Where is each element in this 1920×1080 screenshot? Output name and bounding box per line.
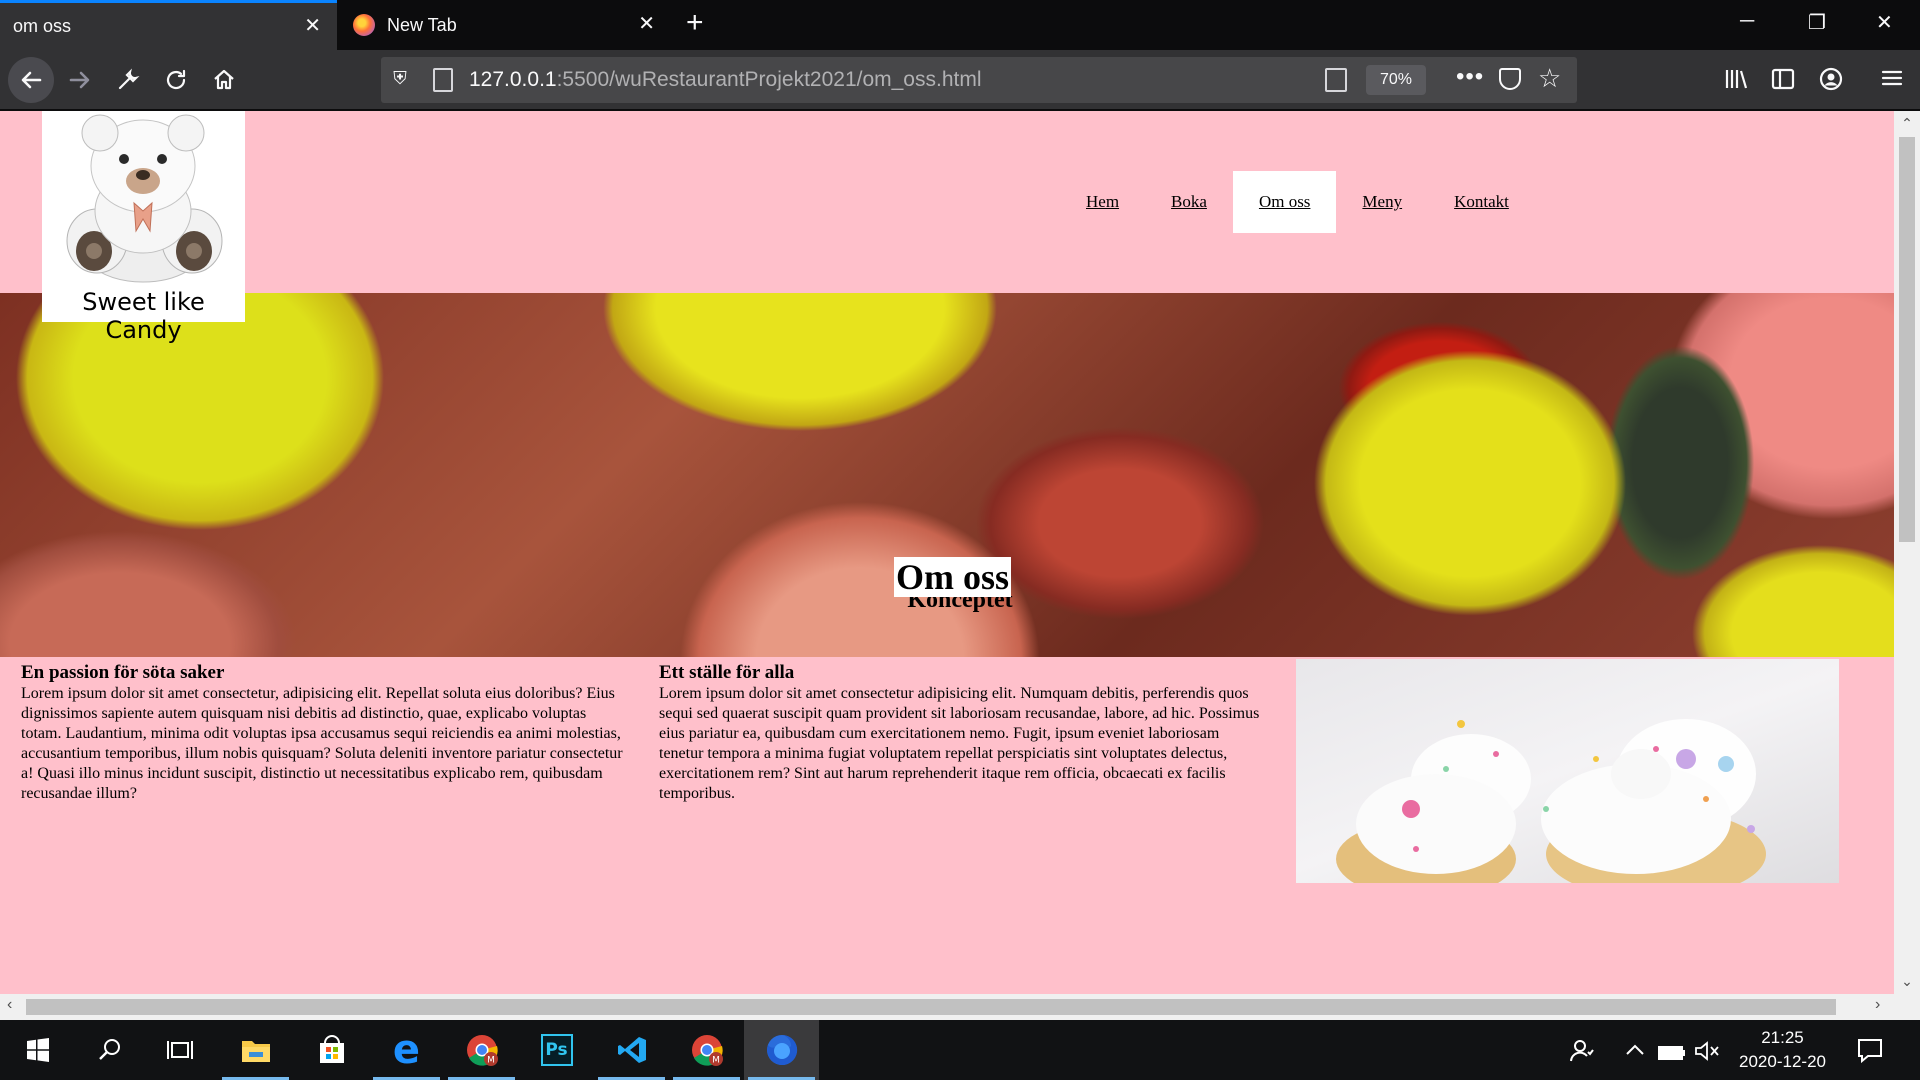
vertical-scrollbar[interactable]: ⌃ ⌄ [1894, 111, 1920, 994]
windows-taskbar: e M Ps M 21:25 2020-12-20 [0, 1020, 1920, 1080]
url-path: :5500/wuRestaurantProjekt2021/om_oss.htm… [556, 68, 982, 91]
microsoft-store-icon[interactable] [294, 1020, 369, 1080]
people-icon[interactable] [1568, 1038, 1594, 1070]
tab-title: om oss [13, 16, 72, 36]
minimize-window-icon[interactable]: ─ [1740, 10, 1754, 33]
svg-text:M: M [487, 1056, 495, 1066]
action-center-icon[interactable] [1856, 1036, 1884, 1070]
scrollbar-corner [1894, 994, 1920, 1020]
teddy-bear-logo-image [66, 114, 223, 283]
column-text: Lorem ipsum dolor sit amet consectetur a… [659, 685, 1260, 802]
edge-icon[interactable]: e [369, 1020, 444, 1080]
hero-title: Om oss [894, 557, 1012, 597]
horizontal-scrollbar[interactable]: ‹ › [0, 994, 1894, 1020]
nav-link-om-oss[interactable]: Om oss [1232, 171, 1337, 233]
vscode-icon[interactable] [594, 1020, 669, 1080]
page-info-icon[interactable] [433, 68, 453, 92]
battery-icon[interactable] [1658, 1042, 1686, 1068]
tab-new-tab[interactable]: New Tab ✕ [337, 0, 671, 50]
column-heading: En passion för söta saker [21, 662, 225, 683]
restore-window-icon[interactable]: ❐ [1808, 10, 1826, 35]
sidebar-icon[interactable] [1770, 66, 1796, 98]
file-explorer-icon[interactable] [218, 1020, 293, 1080]
wrench-icon[interactable] [112, 64, 144, 96]
close-tab-icon[interactable]: ✕ [638, 14, 655, 34]
close-tab-icon[interactable]: ✕ [304, 16, 321, 36]
windows-start-icon[interactable] [0, 1020, 75, 1080]
cupcakes-image [1296, 659, 1839, 883]
account-icon[interactable] [1818, 66, 1844, 98]
reader-view-icon[interactable] [1325, 68, 1347, 92]
horizontal-scroll-thumb[interactable] [26, 999, 1836, 1015]
hamburger-menu-icon[interactable] [1880, 66, 1904, 96]
back-arrow-icon[interactable] [8, 57, 54, 103]
shield-icon[interactable]: ⛨ [389, 68, 411, 92]
home-icon[interactable] [208, 64, 240, 96]
library-icon[interactable] [1723, 66, 1749, 98]
chevron-up-icon[interactable] [1624, 1040, 1646, 1066]
tab-title: New Tab [387, 14, 457, 35]
forward-arrow-icon[interactable] [64, 64, 96, 96]
chrome-icon[interactable]: M [669, 1020, 744, 1080]
new-tab-plus-icon[interactable]: + [686, 8, 704, 38]
column-text: Lorem ipsum dolor sit amet consectetur, … [21, 685, 623, 802]
scroll-left-arrow-icon[interactable]: ‹ [7, 996, 12, 1014]
vertical-scroll-thumb[interactable] [1899, 137, 1915, 542]
svg-text:M: M [712, 1056, 720, 1066]
tab-om-oss[interactable]: om oss ✕ [0, 0, 337, 50]
clock-time: 21:25 [1761, 1028, 1804, 1047]
chrome-icon[interactable]: M [444, 1020, 519, 1080]
browser-tab-bar: om oss ✕ New Tab ✕ + ─ ❐ ✕ [0, 0, 1920, 50]
concept-column-passion: En passion för söta saker Lorem ipsum do… [21, 662, 629, 804]
browser-nav-bar: ⛨ 127.0.0.1:5500/wuRestaurantProjekt2021… [0, 50, 1920, 110]
url-host: 127.0.0.1 [469, 68, 557, 91]
concept-column-for-all: Ett ställe för alla Lorem ipsum dolor si… [659, 662, 1267, 804]
nav-link-hem[interactable]: Hem [1060, 171, 1145, 233]
nav-link-meny[interactable]: Meny [1336, 171, 1428, 233]
nav-link-kontakt[interactable]: Kontakt [1428, 171, 1535, 233]
nav-link-boka[interactable]: Boka [1145, 171, 1233, 233]
column-heading: Ett ställe för alla [659, 662, 795, 683]
scroll-up-arrow-icon[interactable]: ⌃ [1894, 115, 1920, 132]
reload-icon[interactable] [160, 64, 192, 96]
scroll-down-arrow-icon[interactable]: ⌄ [1894, 973, 1920, 990]
close-window-icon[interactable]: ✕ [1876, 10, 1893, 35]
taskbar-clock[interactable]: 21:25 2020-12-20 [1725, 1026, 1840, 1074]
logo-text: Sweet like Candy [82, 288, 205, 344]
meatball-menu-icon[interactable]: ••• [1456, 63, 1484, 91]
firefox-icon [353, 14, 375, 36]
scroll-right-arrow-icon[interactable]: › [1875, 996, 1880, 1014]
site-logo[interactable]: Sweet like Candy [42, 111, 245, 344]
pocket-icon[interactable] [1499, 68, 1521, 90]
firefox-icon[interactable] [744, 1020, 819, 1080]
page-viewport: Sweet like Candy Hem Boka Om oss Meny Ko… [0, 111, 1894, 994]
task-view-icon[interactable] [142, 1020, 217, 1080]
url-text[interactable]: 127.0.0.1:5500/wuRestaurantProjekt2021/o… [469, 68, 982, 92]
url-bar[interactable]: ⛨ 127.0.0.1:5500/wuRestaurantProjekt2021… [381, 57, 1577, 103]
speaker-muted-icon[interactable] [1694, 1039, 1720, 1069]
site-nav: Hem Boka Om oss Meny Kontakt [1060, 171, 1535, 233]
search-icon[interactable] [72, 1020, 147, 1080]
bookmark-star-icon[interactable]: ☆ [1538, 63, 1561, 94]
site-header: Sweet like Candy Hem Boka Om oss Meny Ko… [0, 111, 1894, 344]
photoshop-icon[interactable]: Ps [519, 1020, 594, 1080]
zoom-level-badge[interactable]: 70% [1366, 65, 1426, 95]
clock-date: 2020-12-20 [1739, 1052, 1826, 1071]
